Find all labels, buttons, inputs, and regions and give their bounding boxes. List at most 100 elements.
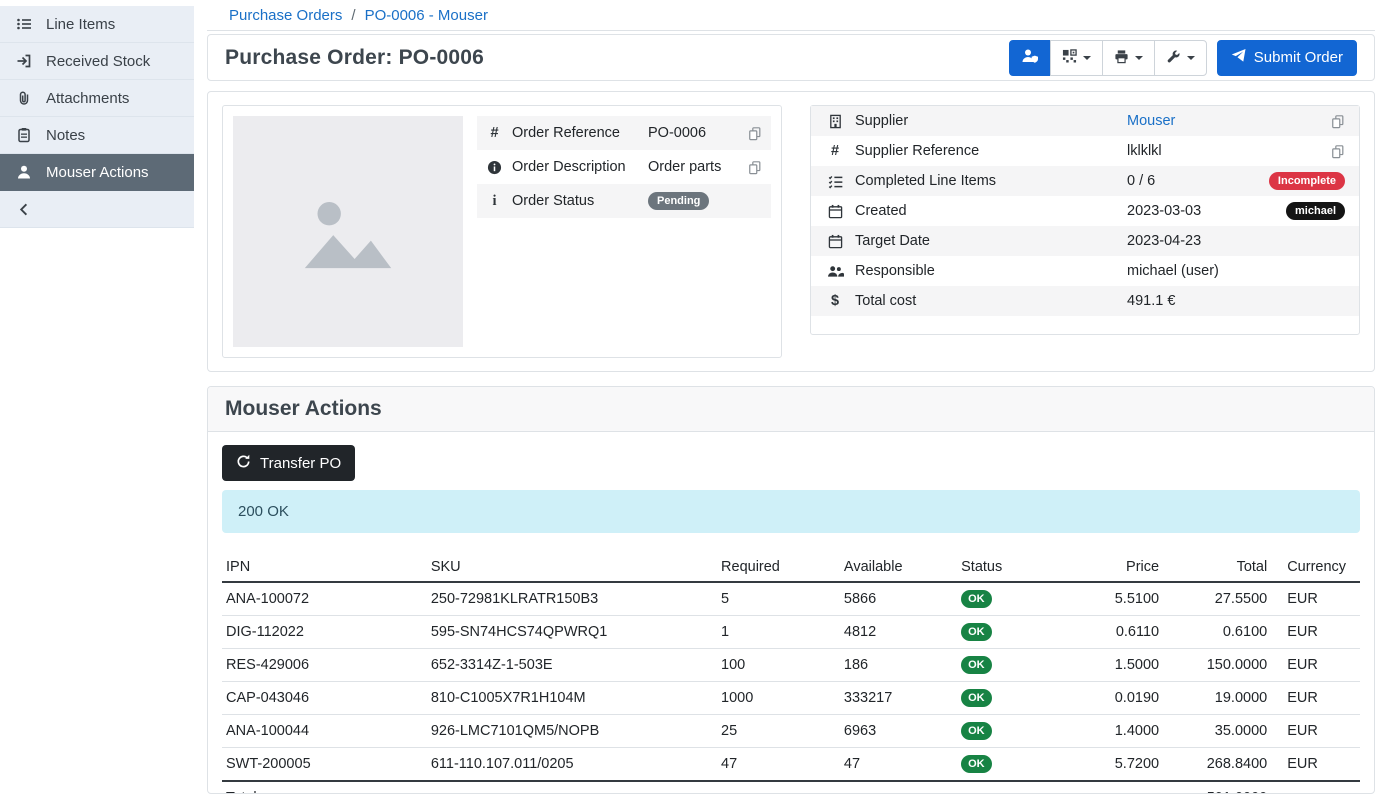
detail-row-supplier: Supplier Mouser: [811, 106, 1359, 136]
cell-sku: 250-72981KLRATR150B3: [427, 582, 717, 616]
sidebar-item-attachments[interactable]: Attachments: [0, 80, 194, 117]
page-title: Purchase Order: PO-0006: [225, 46, 484, 70]
panel-body: Transfer PO 200 OK IPN SKU Required Avai…: [208, 432, 1374, 793]
column-header-ipn: IPN: [222, 553, 427, 582]
incomplete-badge: Incomplete: [1269, 172, 1345, 191]
sidebar-item-notes[interactable]: Notes: [0, 117, 194, 154]
cell-status: OK: [957, 748, 1069, 782]
column-header-status: Status: [957, 553, 1069, 582]
calendar-icon: [825, 204, 845, 219]
sidebar-item-label: Notes: [46, 127, 85, 144]
detail-label: Order Reference: [512, 125, 648, 141]
transfer-po-label: Transfer PO: [260, 455, 341, 472]
column-header-total: Total: [1163, 553, 1271, 582]
cell-available: 6963: [840, 715, 957, 748]
caret-down-icon: [1135, 56, 1143, 64]
calendar-icon: [825, 234, 845, 249]
cell-price: 5.5100: [1069, 582, 1163, 616]
caret-down-icon: [1083, 56, 1091, 64]
detail-label: Responsible: [855, 263, 1127, 279]
submit-order-label: Submit Order: [1254, 49, 1343, 66]
detail-value: 491.1 €: [1127, 293, 1345, 309]
paper-plane-icon: [1231, 48, 1246, 67]
order-image-placeholder[interactable]: [233, 116, 463, 347]
ok-badge: OK: [961, 722, 992, 740]
cell-available: 47: [840, 748, 957, 782]
panel-header: Mouser Actions: [208, 387, 1374, 432]
page-header: Purchase Order: PO-0006: [207, 34, 1375, 81]
cell-currency: EUR: [1271, 682, 1360, 715]
table-footer-row: Total 501.0000: [222, 781, 1360, 793]
cell-status: OK: [957, 715, 1069, 748]
cell-available: 186: [840, 649, 957, 682]
detail-value: 2023-03-03: [1127, 203, 1286, 219]
panel-title: Mouser Actions: [225, 397, 382, 421]
printer-icon: [1114, 49, 1129, 67]
breadcrumb-link-current-order[interactable]: PO-0006 - Mouser: [365, 7, 488, 24]
table-row: ANA-100044 926-LMC7101QM5/NOPB 25 6963 O…: [222, 715, 1360, 748]
cell-currency: EUR: [1271, 616, 1360, 649]
print-actions-button[interactable]: [1102, 40, 1155, 76]
status-alert: 200 OK: [222, 490, 1360, 533]
copy-icon[interactable]: [748, 160, 762, 175]
chevron-left-icon: [15, 202, 33, 217]
transfer-po-button[interactable]: Transfer PO: [222, 445, 355, 481]
order-options-button[interactable]: [1154, 40, 1207, 76]
info-circle-icon: [486, 160, 503, 175]
cell-sku: 595-SN74HCS74QPWRQ1: [427, 616, 717, 649]
caret-down-icon: [1187, 56, 1195, 64]
column-header-price: Price: [1069, 553, 1163, 582]
order-summary-card: # Order Reference PO-0006 Order Descript…: [222, 105, 782, 358]
cell-total: 35.0000: [1163, 715, 1271, 748]
app: Line Items Received Stock Attachments No…: [0, 0, 1383, 794]
users-icon: [825, 264, 845, 279]
sidebar: Line Items Received Stock Attachments No…: [0, 0, 194, 794]
detail-label: Created: [855, 203, 1127, 219]
cell-available: 4812: [840, 616, 957, 649]
copy-icon[interactable]: [748, 126, 762, 141]
column-header-required: Required: [717, 553, 840, 582]
info-icon: i: [486, 193, 503, 210]
wrench-icon: [1166, 49, 1181, 67]
sidebar-item-mouser-actions[interactable]: Mouser Actions: [0, 154, 194, 191]
detail-label: Total cost: [855, 293, 1127, 309]
sidebar-item-received-stock[interactable]: Received Stock: [0, 43, 194, 80]
submit-order-button[interactable]: Submit Order: [1217, 40, 1357, 76]
cell-status: OK: [957, 649, 1069, 682]
note-icon: [15, 127, 33, 143]
cell-ipn: DIG-112022: [222, 616, 427, 649]
detail-label: Target Date: [855, 233, 1127, 249]
cell-price: 0.6110: [1069, 616, 1163, 649]
column-header-sku: SKU: [427, 553, 717, 582]
detail-value: Pending: [648, 192, 762, 211]
detail-value: 2023-04-23: [1127, 233, 1345, 249]
sidebar-item-line-items[interactable]: Line Items: [0, 6, 194, 43]
breadcrumb-link-purchase-orders[interactable]: Purchase Orders: [229, 7, 342, 24]
user-icon: [15, 164, 33, 180]
qr-icon: [1062, 49, 1077, 67]
cell-total: 0.6100: [1163, 616, 1271, 649]
footer-total-value: 501.0000: [1163, 781, 1271, 793]
dollar-icon: $: [825, 293, 845, 309]
cell-total: 268.8400: [1163, 748, 1271, 782]
cell-status: OK: [957, 682, 1069, 715]
sidebar-collapse-button[interactable]: [0, 191, 194, 228]
supplier-link[interactable]: Mouser: [1127, 113, 1175, 129]
detail-row-created: Created 2023-03-03 michael: [811, 196, 1359, 226]
cell-available: 5866: [840, 582, 957, 616]
sidebar-item-label: Mouser Actions: [46, 164, 149, 181]
copy-icon[interactable]: [1331, 114, 1345, 129]
detail-row-responsible: Responsible michael (user): [811, 256, 1359, 286]
sidebar-item-label: Attachments: [46, 90, 129, 107]
barcode-actions-button[interactable]: [1009, 40, 1051, 76]
table-row: DIG-112022 595-SN74HCS74QPWRQ1 1 4812 OK…: [222, 616, 1360, 649]
cell-required: 100: [717, 649, 840, 682]
qr-actions-button[interactable]: [1050, 40, 1103, 76]
cell-ipn: SWT-200005: [222, 748, 427, 782]
copy-icon[interactable]: [1331, 144, 1345, 159]
breadcrumb: Purchase Orders / PO-0006 - Mouser: [207, 0, 1375, 31]
sidebar-item-label: Received Stock: [46, 53, 150, 70]
building-icon: [825, 114, 845, 129]
ok-badge: OK: [961, 656, 992, 674]
cell-price: 1.4000: [1069, 715, 1163, 748]
